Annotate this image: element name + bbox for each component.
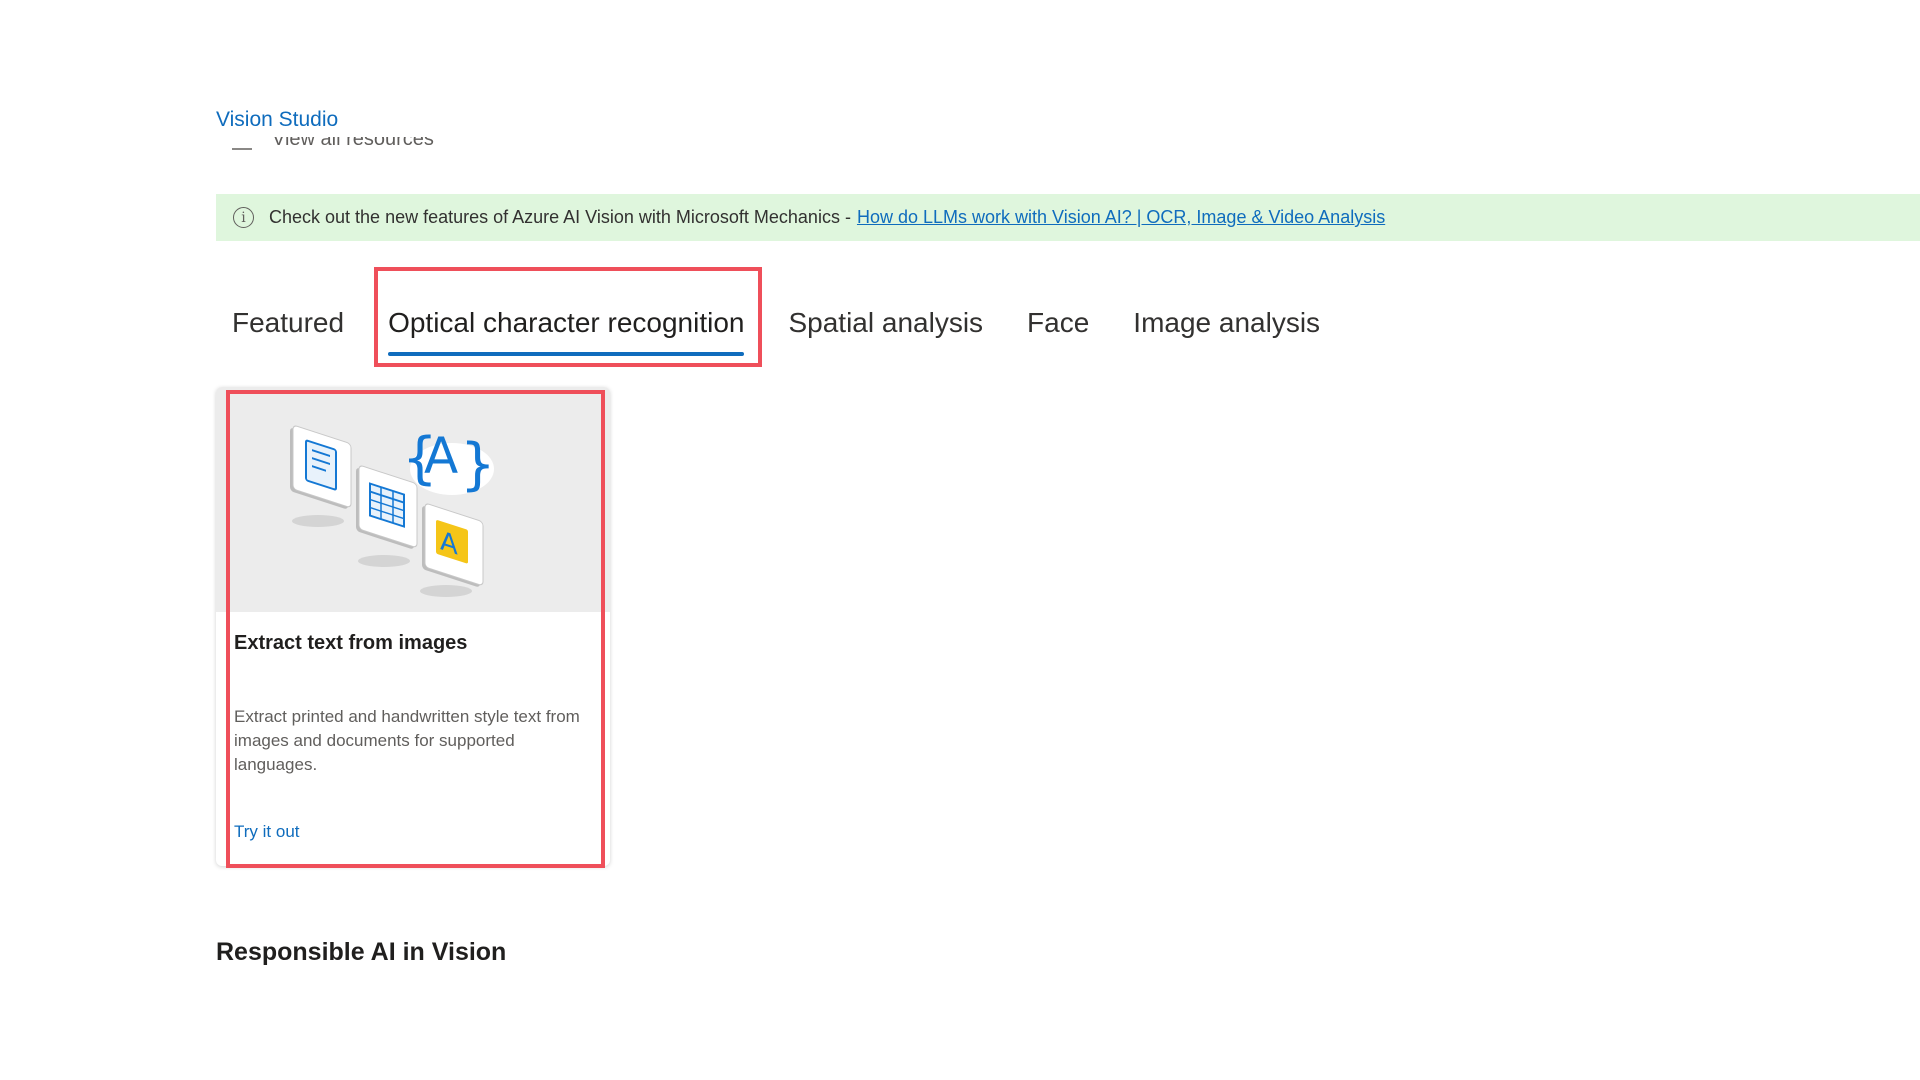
ocr-illustration-icon: { A } A xyxy=(290,425,496,597)
view-all-resources-link[interactable]: View all resources xyxy=(232,137,472,151)
card-description: Extract printed and handwritten style te… xyxy=(234,707,580,774)
tab-optical-character-recognition[interactable]: Optical character recognition xyxy=(372,300,760,356)
info-banner: i Check out the new features of Azure AI… xyxy=(216,194,1920,241)
extract-text-card[interactable]: { A } A Extract text from images Extract… xyxy=(216,387,610,866)
info-icon: i xyxy=(233,207,254,228)
resources-icon xyxy=(232,137,252,150)
category-tabs: Featured Optical character recognition S… xyxy=(216,300,1348,356)
responsible-ai-heading: Responsible AI in Vision xyxy=(216,938,507,966)
page: Vision Studio View all resources i Check… xyxy=(0,0,1920,1080)
tab-face[interactable]: Face xyxy=(1011,300,1105,346)
banner-text: Check out the new features of Azure AI V… xyxy=(269,207,851,227)
tab-image-analysis[interactable]: Image analysis xyxy=(1117,300,1336,346)
svg-text:A: A xyxy=(424,427,458,485)
card-hero-image: { A } A xyxy=(216,387,610,612)
try-it-out-link[interactable]: Try it out xyxy=(234,822,300,842)
app-title-link[interactable]: Vision Studio xyxy=(216,108,338,132)
card-title: Extract text from images xyxy=(234,632,468,654)
svg-text:A: A xyxy=(440,525,459,561)
tab-featured[interactable]: Featured xyxy=(216,300,360,346)
svg-text:}: } xyxy=(460,432,496,497)
tab-spatial-analysis[interactable]: Spatial analysis xyxy=(772,300,999,346)
banner-video-link[interactable]: How do LLMs work with Vision AI? | OCR, … xyxy=(857,207,1385,228)
view-all-resources-label: View all resources xyxy=(272,137,434,150)
